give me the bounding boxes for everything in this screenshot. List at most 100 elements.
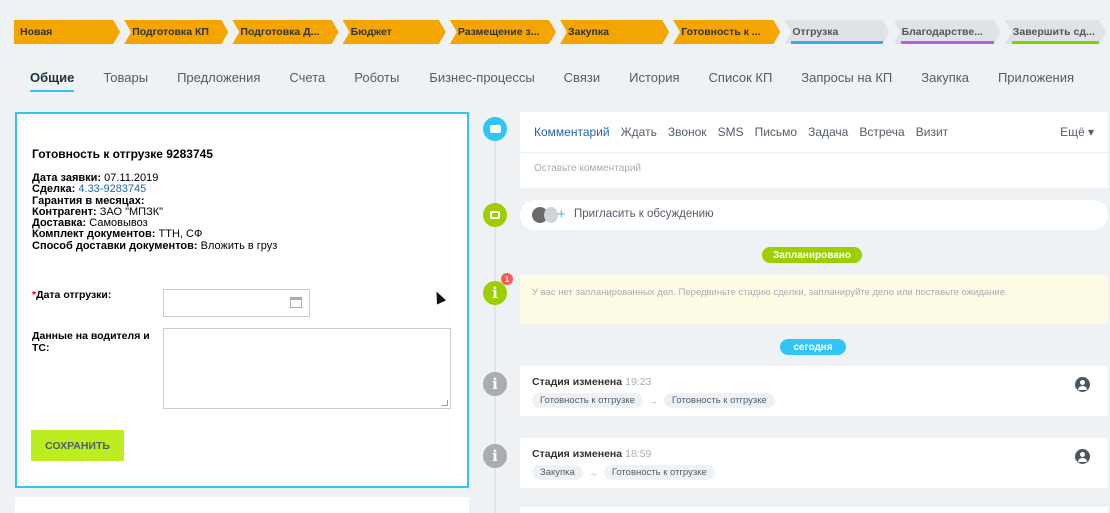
stage-label: Бюджет: [350, 26, 392, 38]
deal-info: Дата заявки: 07.11.2019 Сделка: 4.33-928…: [32, 172, 278, 252]
stage-purchase[interactable]: Закупка: [560, 20, 669, 44]
editor-tab-wait[interactable]: Ждать: [621, 125, 657, 139]
contractor-label: Контрагент:: [32, 205, 97, 218]
comment-input[interactable]: Оставьте комментарий: [534, 163, 641, 174]
warranty-label: Гарантия в месяцах:: [32, 194, 145, 207]
stage-new[interactable]: Новая: [14, 20, 120, 44]
speech-bubble-icon: [483, 117, 507, 141]
event-time: 18:59: [625, 448, 652, 460]
stage-bar: Новая Подготовка КП Подготовка Д... Бюдж…: [14, 20, 1106, 44]
stage-from-chip: Готовность к отгрузке: [532, 393, 643, 408]
tab-products[interactable]: Товары: [103, 70, 148, 94]
activity-editor: Комментарий Ждать Звонок SMS Письмо Зада…: [520, 112, 1108, 188]
avatar-placeholder: [544, 207, 558, 223]
editor-tab-meeting[interactable]: Встреча: [859, 125, 904, 139]
tab-links[interactable]: Связи: [564, 70, 600, 94]
stage-label: Подготовка КП: [132, 26, 209, 38]
stage-shipment[interactable]: Отгрузка: [784, 20, 889, 44]
editor-tab-email[interactable]: Письмо: [755, 125, 798, 139]
tab-purchase[interactable]: Закупка: [921, 70, 969, 94]
stage-from-chip: Закупка: [532, 465, 583, 480]
stage-thanks[interactable]: Благодарстве...: [894, 20, 1001, 44]
info-icon: i: [483, 281, 507, 305]
date-label: Дата заявки:: [32, 172, 102, 184]
shipment-form-card: Готовность к отгрузке 9283745 Дата заявк…: [15, 112, 469, 488]
stage-label: Размещение з...: [457, 26, 540, 38]
stage-kp-prep[interactable]: Подготовка КП: [124, 20, 228, 44]
tab-history[interactable]: История: [629, 70, 679, 94]
resize-handle[interactable]: [442, 400, 448, 406]
event-title-text: Стадия изменена: [532, 448, 623, 460]
invite-discussion-bar[interactable]: + Пригласить к обсуждению: [520, 200, 1108, 230]
stage-placement[interactable]: Размещение з...: [450, 20, 556, 44]
stage-label: Подготовка Д...: [240, 26, 320, 38]
invite-text: Пригласить к обсуждению: [574, 208, 714, 220]
info-icon: i: [483, 372, 507, 396]
editor-tab-task[interactable]: Задача: [808, 125, 848, 139]
info-icon: i: [483, 444, 507, 468]
next-card: [15, 497, 469, 513]
stage-label: Закупка: [568, 26, 609, 38]
tab-kp-requests[interactable]: Запросы на КП: [801, 70, 892, 94]
tab-business-processes[interactable]: Бизнес-процессы: [429, 70, 534, 94]
stage-d-prep[interactable]: Подготовка Д...: [232, 20, 338, 44]
stage-label: Новая: [20, 26, 53, 38]
docs-value: ТТН, СФ: [158, 228, 203, 241]
stage-label: Благодарстве...: [901, 26, 983, 38]
shipment-date-label-text: Дата отгрузки:: [36, 289, 112, 301]
editor-tab-comment[interactable]: Комментарий: [534, 125, 610, 139]
stage-label: Отгрузка: [792, 26, 839, 38]
history-event-next: [520, 507, 1108, 513]
editor-tab-sms[interactable]: SMS: [718, 125, 744, 139]
event-title-text: Стадия изменена: [532, 376, 623, 388]
user-icon[interactable]: [1075, 377, 1090, 392]
planned-empty-notice: У вас нет запланированных дел. Передвинь…: [520, 275, 1108, 324]
contractor-value: ЗАО "МПЗК": [99, 205, 164, 218]
chat-icon: [483, 203, 507, 227]
event-stage-change: Готовность к отгрузке → Готовность к отг…: [532, 393, 775, 408]
deal-link[interactable]: 4.33-9283745: [78, 183, 146, 195]
delivery-value: Самовывоз: [89, 217, 148, 230]
save-button[interactable]: СОХРАНИТЬ: [31, 430, 124, 461]
docs-method-label: Способ доставки документов:: [32, 239, 198, 252]
user-icon[interactable]: [1075, 449, 1090, 464]
date-value: 07.11.2019: [104, 172, 159, 184]
shipment-date-input[interactable]: [163, 289, 310, 317]
deal-label: Сделка:: [32, 183, 76, 196]
form-title: Готовность к отгрузке 9283745: [32, 147, 213, 161]
driver-label: Данные на водителя и ТС:: [32, 330, 150, 354]
tab-kp-list[interactable]: Список КП: [709, 70, 773, 94]
stage-ready-to-ship[interactable]: Готовность к ...: [673, 20, 780, 44]
event-title: Стадия изменена 19:23: [532, 376, 651, 388]
counter-badge: 1: [501, 273, 513, 285]
event-title: Стадия изменена 18:59: [532, 448, 651, 460]
planned-pill: Запланировано: [762, 247, 862, 263]
editor-tab-call[interactable]: Звонок: [668, 125, 707, 139]
tab-invoices[interactable]: Счета: [289, 70, 325, 94]
stage-label: Завершить сд...: [1012, 26, 1095, 38]
delivery-label: Доставка:: [32, 217, 87, 230]
arrow-right-icon: →: [648, 395, 658, 406]
tab-apps[interactable]: Приложения: [998, 70, 1074, 94]
stage-finish-deal[interactable]: Завершить сд...: [1005, 20, 1106, 44]
event-time: 19:23: [625, 376, 652, 388]
today-pill: сегодня: [780, 339, 846, 355]
editor-tabs: Комментарий Ждать Звонок SMS Письмо Зада…: [534, 125, 959, 139]
driver-data-textarea[interactable]: [163, 328, 451, 409]
docs-method-value: Вложить в груз: [200, 239, 278, 252]
calendar-icon[interactable]: [290, 297, 302, 308]
tab-general[interactable]: Общие: [30, 70, 75, 94]
editor-tab-visit[interactable]: Визит: [916, 125, 948, 139]
history-event: Стадия изменена 18:59 Закупка → Готовност…: [520, 438, 1108, 488]
docs-label: Комплект документов:: [32, 228, 156, 241]
tab-robots[interactable]: Роботы: [354, 70, 399, 94]
stage-label: Готовность к ...: [681, 26, 761, 38]
plus-icon[interactable]: +: [557, 206, 566, 223]
planned-empty-text: У вас нет запланированных дел. Передвинь…: [532, 287, 1008, 298]
stage-to-chip: Готовность к отгрузке: [603, 465, 715, 480]
stage-budget[interactable]: Бюджет: [343, 20, 446, 44]
tab-offers[interactable]: Предложения: [177, 70, 260, 94]
arrow-right-icon: →: [588, 467, 598, 478]
editor-more-button[interactable]: Ещё ▾: [1060, 125, 1094, 139]
editor-divider: [520, 152, 1108, 153]
